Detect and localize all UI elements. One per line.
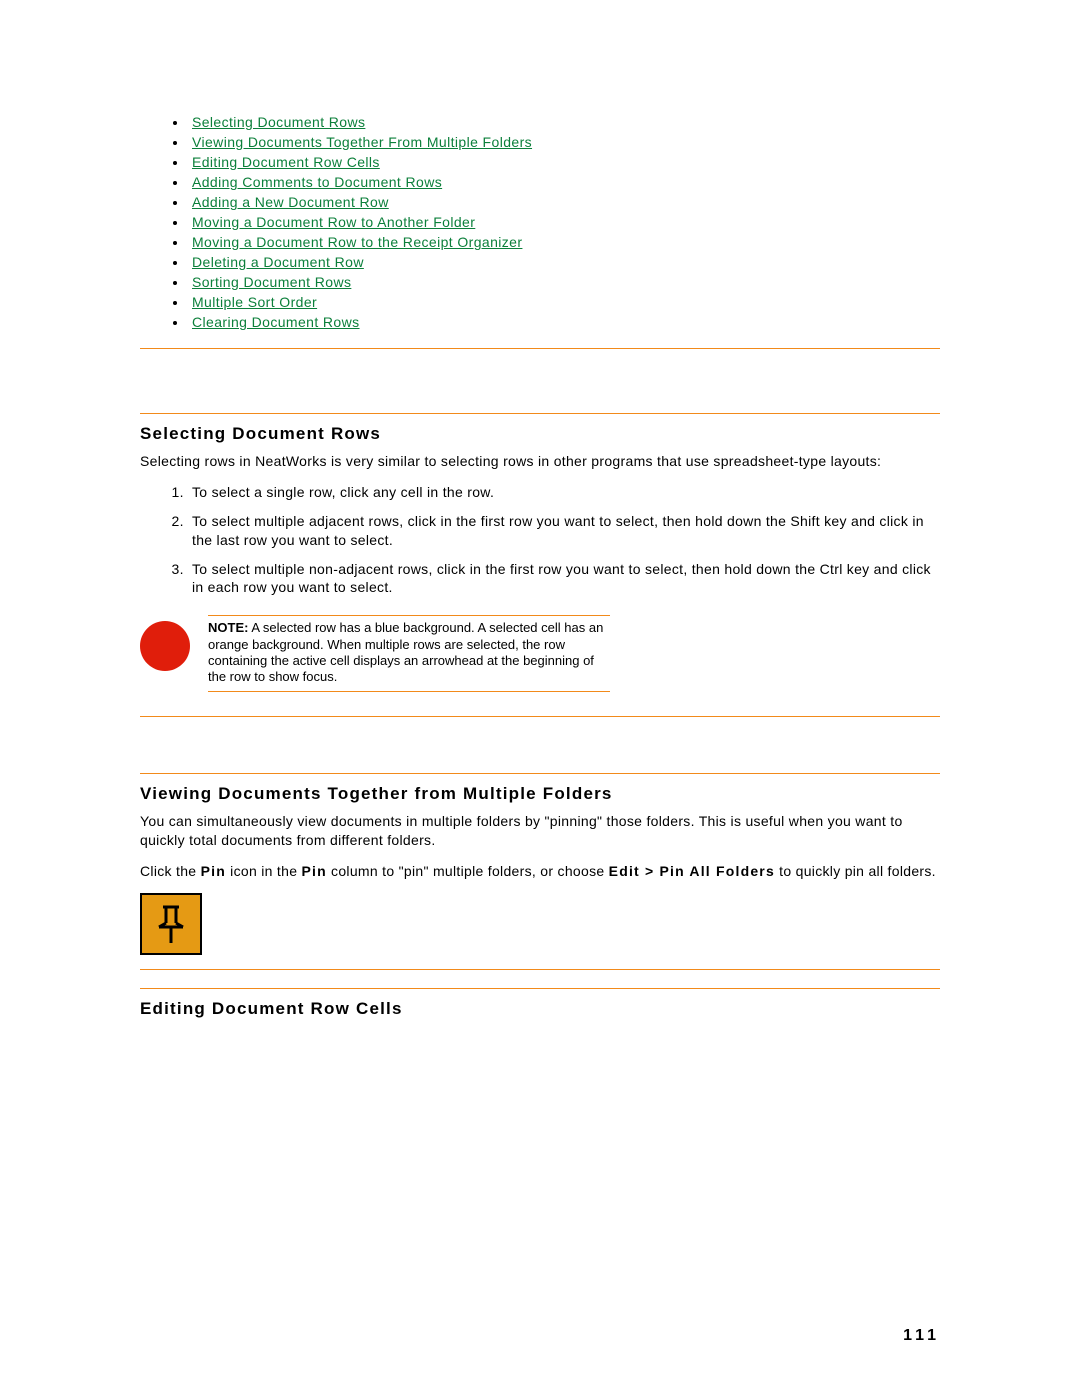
toc-item: Clearing Document Rows [188,314,940,330]
toc-link-moving-folder[interactable]: Moving a Document Row to Another Folder [192,214,475,230]
step-item: To select multiple adjacent rows, click … [188,512,940,550]
section-heading-editing: Editing Document Row Cells [140,999,940,1019]
note-text: NOTE: A selected row has a blue backgrou… [208,615,610,692]
section-heading-viewing: Viewing Documents Together from Multiple… [140,784,940,804]
step-item: To select multiple non-adjacent rows, cl… [188,560,940,598]
divider [140,348,940,349]
page-number: 111 [903,1327,940,1345]
toc-item: Adding Comments to Document Rows [188,174,940,190]
section1-steps: To select a single row, click any cell i… [188,483,940,597]
toc-link-sorting[interactable]: Sorting Document Rows [192,274,351,290]
toc-link-multiple-sort[interactable]: Multiple Sort Order [192,294,317,310]
note-body: A selected row has a blue background. A … [208,620,603,684]
note-block: NOTE: A selected row has a blue backgrou… [140,615,610,692]
section2-p1: You can simultaneously view documents in… [140,812,940,850]
toc-item: Adding a New Document Row [188,194,940,210]
toc-item: Deleting a Document Row [188,254,940,270]
document-page: Selecting Document Rows Viewing Document… [0,0,1080,1397]
ui-pin: Pin [201,863,226,879]
toc-link-deleting[interactable]: Deleting a Document Row [192,254,364,270]
note-dot-icon [140,621,190,671]
divider [140,988,940,989]
toc-link-editing[interactable]: Editing Document Row Cells [192,154,380,170]
ui-pin-col: Pin [301,863,326,879]
toc-item: Moving a Document Row to the Receipt Org… [188,234,940,250]
toc-link-adding-comments[interactable]: Adding Comments to Document Rows [192,174,442,190]
toc-link-clearing[interactable]: Clearing Document Rows [192,314,360,330]
toc-item: Sorting Document Rows [188,274,940,290]
section1-intro: Selecting rows in NeatWorks is very simi… [140,452,940,471]
text: column to "pin" multiple folders, or cho… [327,863,609,879]
toc-item: Moving a Document Row to Another Folder [188,214,940,230]
toc-item: Multiple Sort Order [188,294,940,310]
pin-icon [140,893,202,955]
section-heading-selecting: Selecting Document Rows [140,424,940,444]
toc-link-moving-receipt[interactable]: Moving a Document Row to the Receipt Org… [192,234,522,250]
text: icon in the [226,863,302,879]
divider [140,716,940,717]
toc-item: Viewing Documents Together From Multiple… [188,134,940,150]
text: to quickly pin all folders. [775,863,936,879]
toc-item: Editing Document Row Cells [188,154,940,170]
note-label: NOTE: [208,620,248,635]
step-item: To select a single row, click any cell i… [188,483,940,502]
toc-link-viewing[interactable]: Viewing Documents Together From Multiple… [192,134,532,150]
divider [140,413,940,414]
toc-list: Selecting Document Rows Viewing Document… [188,114,940,330]
section2-p2: Click the Pin icon in the Pin column to … [140,862,940,881]
ui-menu-path: Edit > Pin All Folders [609,863,775,879]
toc-item: Selecting Document Rows [188,114,940,130]
divider [140,773,940,774]
toc-link-selecting[interactable]: Selecting Document Rows [192,114,365,130]
text: Click the [140,863,201,879]
toc-link-adding-row[interactable]: Adding a New Document Row [192,194,389,210]
divider [140,969,940,970]
